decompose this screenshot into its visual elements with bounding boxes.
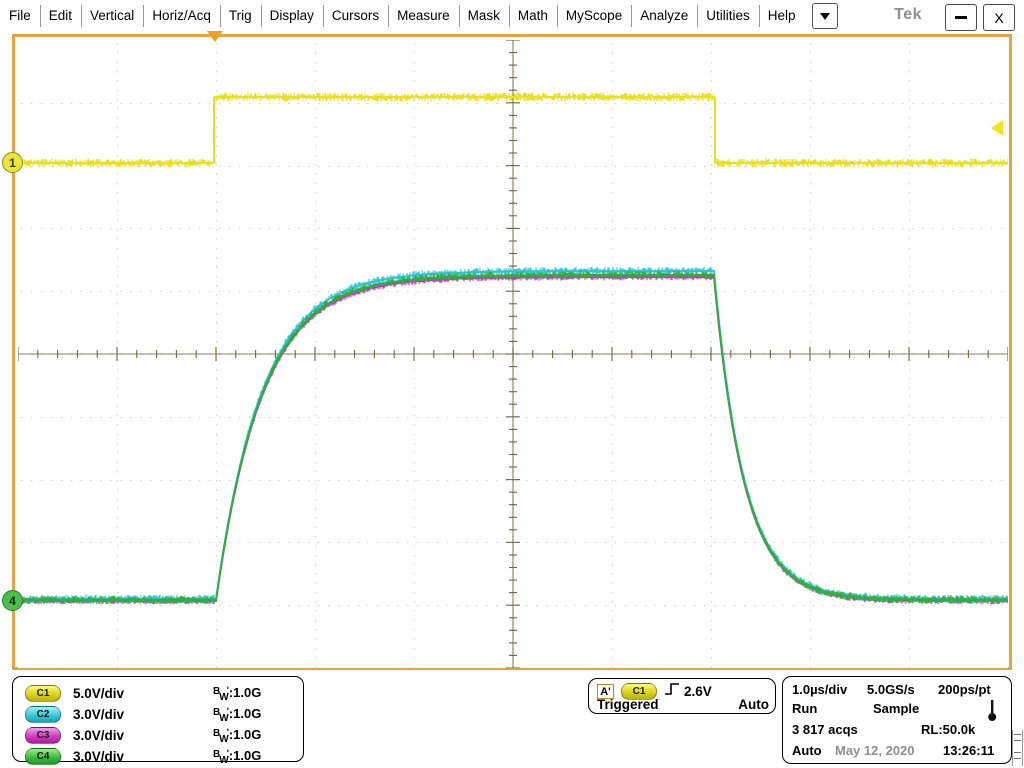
timebase-panel[interactable]: 1.0µs/div 5.0GS/s 200ps/pt Run Sample 3 …	[782, 676, 1012, 764]
trigger-mode: Auto	[738, 697, 769, 712]
menu-item-file[interactable]: File	[0, 0, 40, 32]
sample-rate: 5.0GS/s	[867, 682, 915, 697]
trigger-level-icon[interactable]	[991, 120, 1003, 136]
close-icon: X	[994, 9, 1004, 26]
menu-item-trig[interactable]: Trig	[219, 0, 261, 32]
record-length: RL:50.0k	[921, 722, 976, 737]
acquisition-mode: Sample	[873, 701, 920, 716]
time-per-div: 1.0µs/div	[792, 682, 848, 697]
channel-bandwidth-c3: BWʹ:1.0G	[213, 727, 262, 745]
waveform-canvas	[18, 40, 1008, 668]
channel-1-position-marker[interactable]: 1	[2, 152, 23, 173]
channel-bandwidth-c4: BWʹ:1.0G	[213, 748, 262, 766]
minimize-icon	[955, 16, 967, 19]
oscilloscope-app: File Edit Vertical Horiz/Acq Trig Displa…	[0, 0, 1024, 768]
menu-item-help[interactable]: Help	[758, 0, 805, 32]
menu-item-cursors[interactable]: Cursors	[322, 0, 388, 32]
bw-value-c2: :1.0G	[228, 706, 262, 721]
menu-item-edit[interactable]: Edit	[39, 0, 81, 32]
channel-badge-c2[interactable]: C2	[25, 706, 61, 723]
system-date: May 12, 2020	[835, 743, 915, 758]
channel-bandwidth-c1: BWʹ:1.0G	[213, 685, 262, 703]
vertical-scrollbar[interactable]	[1012, 730, 1023, 766]
close-button[interactable]: X	[983, 4, 1015, 31]
trigger-state-row: Triggered Auto	[597, 697, 769, 712]
bw-value-c4: :1.0G	[228, 748, 262, 763]
menu-item-myscope[interactable]: MyScope	[556, 0, 631, 32]
menu-item-utilities[interactable]: Utilities	[697, 0, 759, 32]
acq-trigger-mode: Auto	[792, 743, 822, 758]
bw-value-c1: :1.0G	[228, 685, 262, 700]
channel-badge-c1[interactable]: C1	[25, 685, 61, 702]
channel-scale-c1: 5.0V/div	[73, 686, 125, 701]
menu-item-mask[interactable]: Mask	[458, 0, 509, 32]
bw-value-c3: :1.0G	[228, 727, 262, 742]
menu-item-vertical[interactable]: Vertical	[81, 0, 143, 32]
channel-scale-c3: 3.0V/div	[73, 728, 125, 743]
menu-item-horiz-acq[interactable]: Horiz/Acq	[143, 0, 220, 32]
trigger-state: Triggered	[597, 697, 659, 712]
channel-scale-c4: 3.0V/div	[73, 749, 125, 764]
system-time: 13:26:11	[943, 743, 995, 758]
channel-4-position-marker[interactable]: 4	[2, 590, 23, 611]
channel-scale-c2: 3.0V/div	[73, 707, 125, 722]
menu-item-math[interactable]: Math	[508, 0, 557, 32]
tek-logo: Tek	[894, 6, 922, 23]
acq-count: 3 817 acqs	[792, 722, 858, 737]
menu-overflow-button[interactable]	[811, 3, 838, 29]
run-state: Run	[792, 701, 818, 716]
menu-item-analyze[interactable]: Analyze	[631, 0, 697, 32]
channel-badge-c3[interactable]: C3	[25, 727, 61, 744]
resolution: 200ps/pt	[938, 682, 991, 697]
menu-item-display[interactable]: Display	[260, 0, 323, 32]
channel-bandwidth-c2: BWʹ:1.0G	[213, 706, 262, 724]
waveform-plot[interactable]	[18, 40, 1008, 668]
thermometer-icon	[987, 699, 997, 723]
trigger-position-icon[interactable]	[207, 31, 223, 42]
chevron-down-icon	[819, 12, 830, 20]
trigger-panel[interactable]: A' C1 2.6V Triggered Auto	[588, 678, 776, 714]
menu-item-measure[interactable]: Measure	[388, 0, 459, 32]
minimize-button[interactable]	[945, 4, 977, 31]
menu-bar: File Edit Vertical Horiz/Acq Trig Displa…	[0, 0, 1024, 32]
channel-badge-c4[interactable]: C4	[25, 748, 61, 765]
channel-readout-panel: C1 5.0V/div BWʹ:1.0G C2 3.0V/div BWʹ:1.0…	[12, 676, 304, 766]
